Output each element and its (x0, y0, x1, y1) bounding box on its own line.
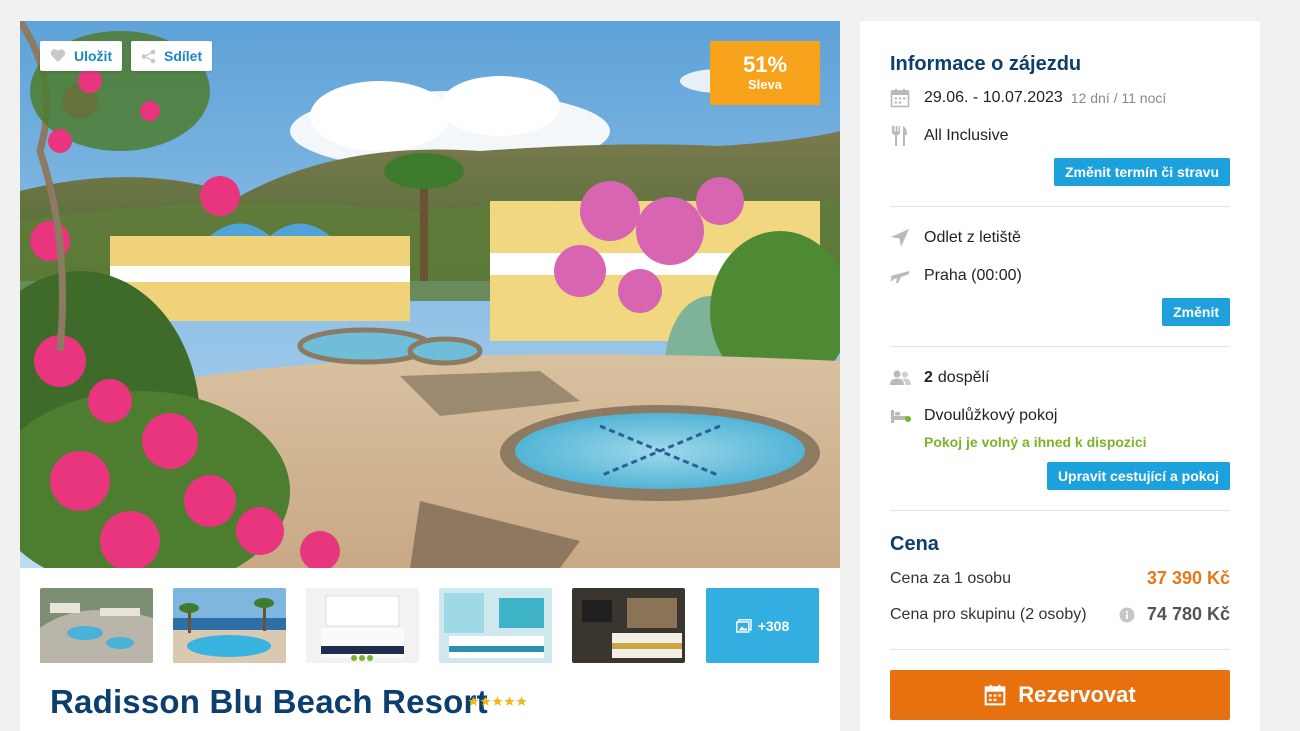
hotel-stars (468, 696, 527, 707)
heart-icon (50, 49, 66, 62)
share-label: Sdílet (164, 48, 203, 64)
calendar-icon (984, 684, 1006, 706)
price-per-person-label: Cena za 1 osobu (890, 569, 1011, 587)
trip-dates: 29.06. - 10.07.2023 (924, 89, 1063, 106)
price-group-value-wrap: 74 780 Kč (1119, 604, 1230, 625)
share-button[interactable]: Sdílet (131, 41, 213, 71)
divider (890, 206, 1230, 207)
trip-dates-row: 29.06. - 10.07.2023 12 dní / 11 nocí (890, 87, 1166, 109)
divider (890, 346, 1230, 347)
price-per-person-row: Cena za 1 osobu 37 390 Kč (890, 568, 1230, 589)
star-icon (516, 696, 527, 706)
change-flight-button[interactable]: Změnit (1162, 298, 1230, 326)
thumbnail-dark-room[interactable] (572, 588, 685, 663)
gallery-more-count: +308 (757, 617, 790, 634)
travelers-row: 2 dospělí (890, 367, 990, 389)
airplane-icon (890, 268, 924, 284)
calendar-icon (890, 88, 924, 108)
location-arrow-icon (890, 228, 924, 248)
hotel-name: Radisson Blu Beach Resort (50, 683, 488, 720)
divider (890, 510, 1230, 511)
discount-label: Sleva (748, 77, 782, 92)
star-icon (480, 696, 491, 706)
discount-badge: 51% Sleva (710, 41, 820, 105)
save-button[interactable]: Uložit (40, 41, 123, 71)
book-button[interactable]: Rezervovat (890, 670, 1230, 720)
traveler-count: 2 (924, 369, 933, 386)
edit-travelers-room-button[interactable]: Upravit cestující a pokoj (1046, 462, 1230, 490)
star-icon (468, 696, 479, 706)
room-type: Dvoulůžkový pokoj (924, 407, 1058, 424)
star-icon (504, 696, 515, 706)
thumbnail-white-bedroom[interactable] (306, 588, 419, 663)
users-icon (890, 370, 924, 386)
discount-percent: 51% (742, 52, 788, 77)
price-title: Cena (890, 533, 939, 555)
price-per-person-value: 37 390 Kč (1146, 568, 1230, 588)
price-group-value: 74 780 Kč (1146, 604, 1230, 624)
booking-panel: Informace o zájezdu 29.06. - 10.07.2023 … (860, 21, 1260, 731)
photos-icon (735, 618, 752, 633)
info-icon[interactable] (1119, 607, 1135, 623)
airport-row: Praha (00:00) (890, 265, 1022, 287)
hotel-media-panel: Uložit Sdílet 51% Sleva +308 Radisson Bl… (20, 21, 840, 731)
change-date-board-button[interactable]: Změnit termín či stravu (1053, 158, 1230, 186)
bed-icon (890, 408, 924, 424)
thumbnail-pool-sea-view[interactable] (173, 588, 286, 663)
trip-duration: 12 dní / 11 nocí (1070, 90, 1167, 106)
price-group-row: Cena pro skupinu (2 osoby) 74 780 Kč (890, 604, 1230, 625)
cutlery-icon (890, 125, 924, 147)
gallery-more-button[interactable]: +308 (706, 588, 819, 663)
thumbnail-turquoise-room[interactable] (439, 588, 552, 663)
trip-info-title: Informace o zájezdu (890, 53, 1082, 75)
star-icon (492, 696, 503, 706)
price-group-label: Cena pro skupinu (2 osoby) (890, 605, 1087, 623)
departure-label: Odlet z letiště (924, 229, 1021, 246)
traveler-count-label: dospělí (937, 369, 990, 386)
book-button-label: Rezervovat (1018, 682, 1136, 707)
divider (890, 649, 1230, 650)
share-icon (141, 49, 156, 63)
board-row: All Inclusive (890, 125, 1008, 147)
board-type: All Inclusive (924, 127, 1009, 144)
room-availability: Pokoj je volný a ihned k dispozici (924, 434, 1147, 450)
thumbnail-strip: +308 (40, 588, 820, 663)
departure-label-row: Odlet z letiště (890, 227, 1021, 249)
save-label: Uložit (74, 48, 113, 64)
room-row: Dvoulůžkový pokoj (890, 405, 1057, 427)
departure-airport: Praha (00:00) (924, 267, 1022, 284)
thumbnail-aerial-resort[interactable] (40, 588, 153, 663)
